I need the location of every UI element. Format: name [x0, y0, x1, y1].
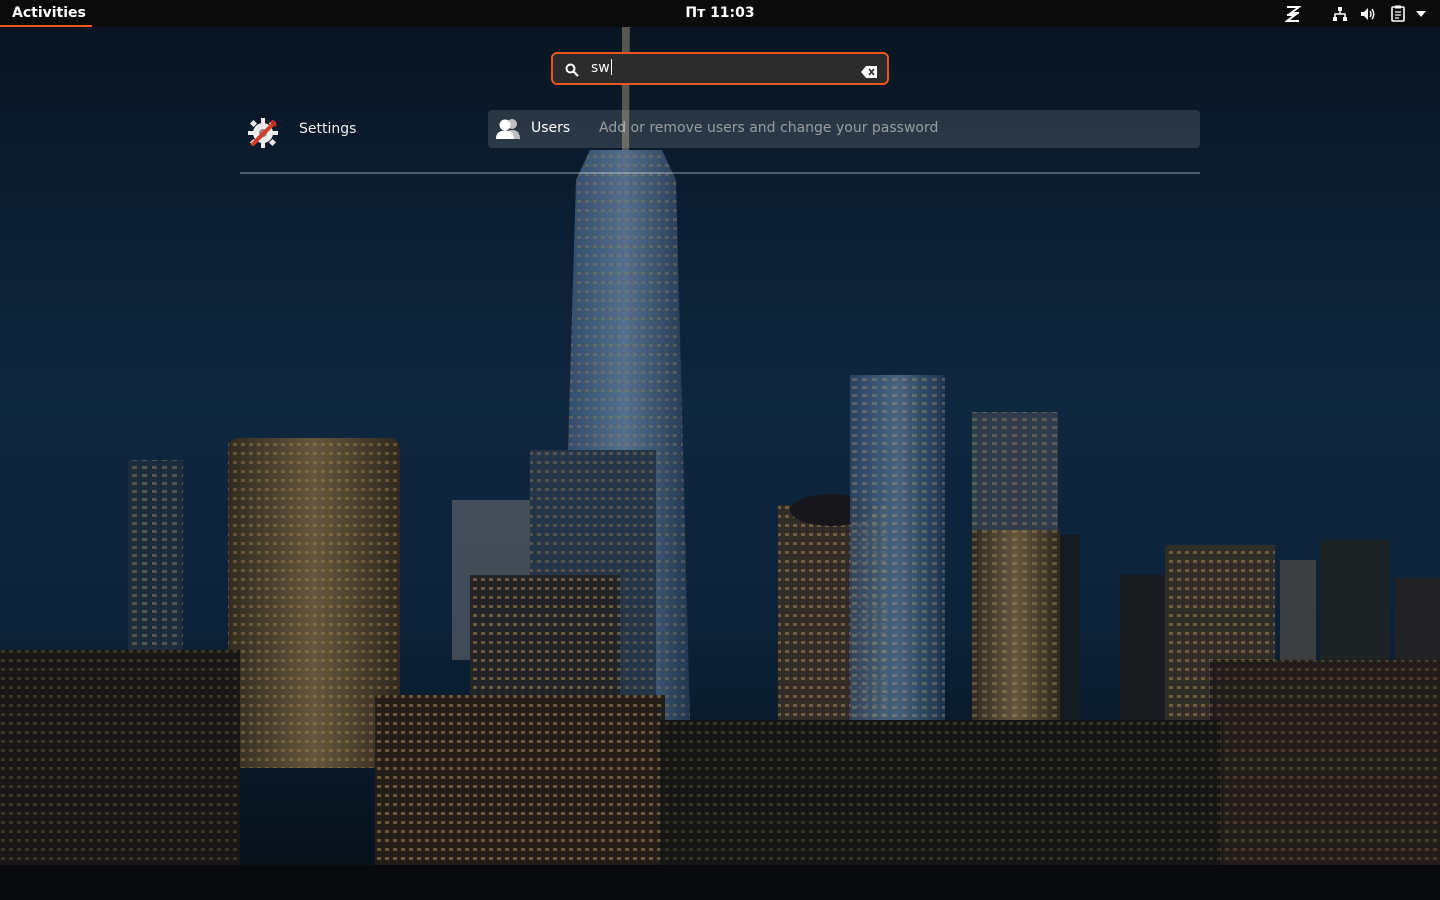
- search-query: sw: [591, 54, 612, 83]
- results-separator: [240, 172, 1200, 174]
- result-provider-label: Settings: [299, 121, 357, 137]
- volume-icon[interactable]: [1356, 0, 1380, 27]
- settings-app-icon: [247, 117, 279, 153]
- clipboard-icon[interactable]: [1386, 0, 1410, 27]
- clock: Пт 11:03: [0, 0, 1440, 27]
- result-provider-settings[interactable]: Settings: [240, 112, 460, 152]
- network-icon[interactable]: [1328, 0, 1352, 27]
- result-title: Users: [531, 120, 571, 136]
- clear-icon[interactable]: [861, 63, 877, 82]
- zorin-icon[interactable]: [1280, 0, 1306, 27]
- result-item-users[interactable]: Users Add or remove users and change you…: [488, 110, 1200, 148]
- activities-button[interactable]: Activities: [0, 0, 92, 27]
- top-panel: Activities Пт 11:03: [0, 0, 1440, 27]
- search-input[interactable]: sw: [551, 52, 889, 85]
- system-menu-arrow-icon[interactable]: [1412, 0, 1430, 27]
- result-description: Add or remove users and change your pass…: [599, 120, 939, 136]
- clock-label[interactable]: Пт 11:03: [675, 5, 764, 21]
- users-icon: [496, 118, 520, 144]
- search-icon: [565, 62, 579, 81]
